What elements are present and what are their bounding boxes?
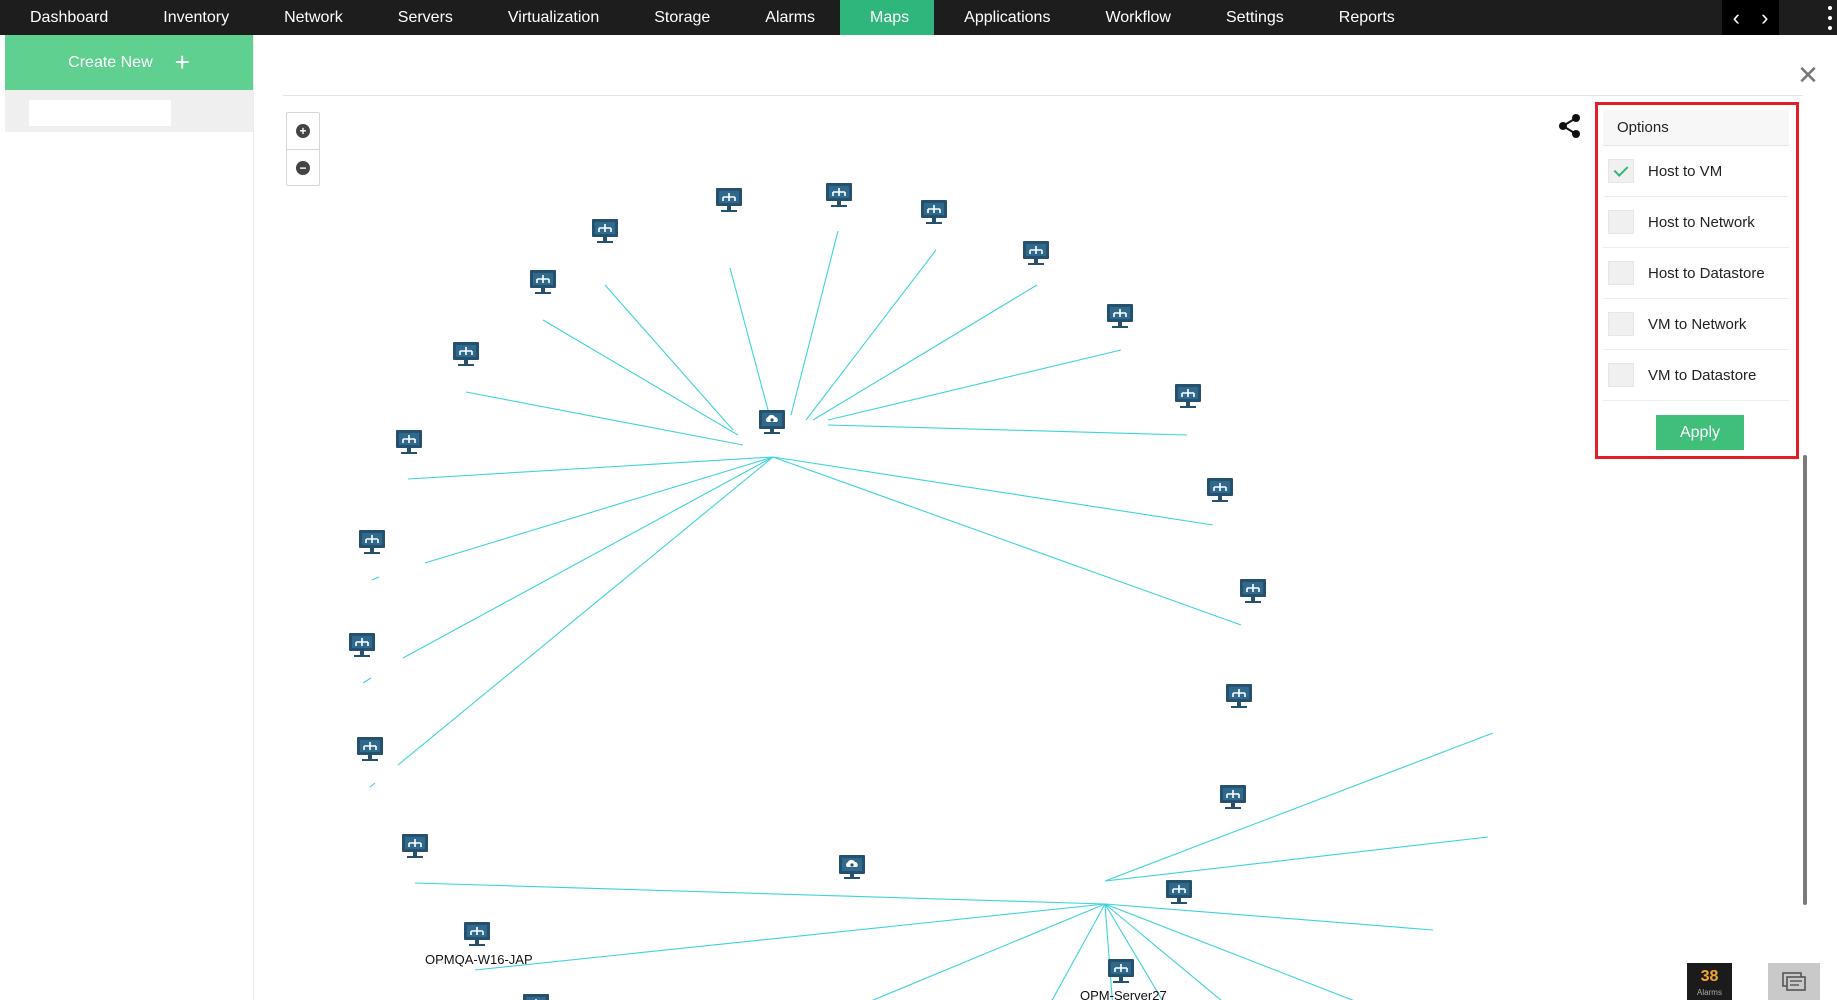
zoom-in-button[interactable]: + xyxy=(287,113,319,149)
option-host-to-network[interactable]: Host to Network xyxy=(1603,197,1789,248)
vm-monitor-icon[interactable] xyxy=(1022,240,1050,266)
cloud-host-icon[interactable] xyxy=(759,410,785,434)
vm-monitor-icon[interactable] xyxy=(1219,784,1247,810)
vm-monitor-icon[interactable] xyxy=(348,632,376,658)
nav-servers[interactable]: Servers xyxy=(368,0,478,35)
create-new-label: Create New xyxy=(68,53,153,71)
sidebar-search-band xyxy=(5,90,253,132)
nav-settings[interactable]: Settings xyxy=(1196,0,1309,35)
link-layer xyxy=(362,230,1494,1000)
scrollbar[interactable] xyxy=(1803,455,1807,905)
chat-button[interactable] xyxy=(1768,963,1820,1000)
vm-monitor-icon[interactable] xyxy=(825,182,853,208)
chevron-right-icon[interactable]: › xyxy=(1761,0,1768,35)
nav-dashboard[interactable]: Dashboard xyxy=(0,0,133,35)
option-host-to-vm[interactable]: Host to VM xyxy=(1603,146,1789,197)
checkbox-checked[interactable] xyxy=(1608,159,1634,183)
vm-monitor-icon[interactable] xyxy=(529,269,557,295)
nav-scroll-arrows: ‹ › xyxy=(1722,0,1779,35)
vm-monitor-icon[interactable] xyxy=(591,218,619,244)
sidebar-search-input[interactable] xyxy=(29,100,171,126)
checkbox[interactable] xyxy=(1608,210,1634,234)
checkbox[interactable] xyxy=(1608,363,1634,387)
alarm-badge[interactable]: 38 Alarms xyxy=(1687,963,1732,1000)
vm-monitor-icon[interactable] xyxy=(1225,683,1253,709)
option-vm-to-network[interactable]: VM to Network xyxy=(1603,299,1789,350)
nav-storage[interactable]: Storage xyxy=(624,0,735,35)
nav-applications[interactable]: Applications xyxy=(934,0,1075,35)
vm-monitor-icon[interactable] xyxy=(1106,303,1134,329)
map-canvas[interactable]: OPMQA-W16-JAP OPM-Server27 opm-ws16-1 ✕ … xyxy=(253,35,1837,1000)
alarm-label: Alarms xyxy=(1697,988,1722,997)
vm-monitor-icon[interactable] xyxy=(1206,477,1234,503)
plus-icon: + xyxy=(174,47,190,77)
vm-monitor-icon[interactable] xyxy=(1165,879,1193,905)
zoom-out-button[interactable]: − xyxy=(287,149,319,186)
checkbox[interactable] xyxy=(1608,261,1634,285)
vm-monitor-icon[interactable] xyxy=(452,341,480,367)
options-panel: Options Host to VM Host to Network Host … xyxy=(1595,102,1799,459)
nav-virtualization[interactable]: Virtualization xyxy=(478,0,624,35)
create-new-button[interactable]: Create New + xyxy=(5,35,253,90)
top-navigation: Dashboard Inventory Network Servers Virt… xyxy=(0,0,1837,35)
zoom-in-icon: + xyxy=(296,124,310,138)
chevron-left-icon[interactable]: ‹ xyxy=(1733,0,1740,35)
option-label: Host to Network xyxy=(1648,213,1755,231)
vm-monitor-icon[interactable] xyxy=(401,833,429,859)
zoom-out-icon: − xyxy=(296,161,310,175)
vm-monitor-icon[interactable] xyxy=(356,736,384,762)
vm-monitor-icon[interactable] xyxy=(1107,958,1135,984)
nav-network[interactable]: Network xyxy=(254,0,368,35)
option-label: Host to Datastore xyxy=(1648,264,1765,282)
vm-monitor-icon[interactable] xyxy=(358,529,386,555)
vm-monitor-icon[interactable] xyxy=(715,187,743,213)
alarm-count: 38 xyxy=(1700,968,1719,985)
nav-workflow[interactable]: Workflow xyxy=(1075,0,1196,35)
apply-button[interactable]: Apply xyxy=(1656,415,1744,450)
nav-inventory[interactable]: Inventory xyxy=(133,0,254,35)
vm-monitor-icon[interactable] xyxy=(1239,578,1267,604)
options-title: Options xyxy=(1603,110,1789,146)
vm-monitor-icon[interactable] xyxy=(463,921,491,947)
node-label: OPM-Server27 xyxy=(1080,988,1167,1000)
cloud-host-icon[interactable] xyxy=(839,855,865,879)
close-icon[interactable]: ✕ xyxy=(1793,60,1823,90)
vm-monitor-icon[interactable] xyxy=(395,429,423,455)
vm-monitor-icon[interactable] xyxy=(522,993,550,1000)
nav-reports[interactable]: Reports xyxy=(1309,0,1420,35)
option-label: VM to Network xyxy=(1648,315,1747,333)
more-vertical-icon[interactable] xyxy=(1826,3,1834,33)
option-label: Host to VM xyxy=(1648,162,1723,180)
vm-monitor-icon[interactable] xyxy=(1174,383,1202,409)
vm-monitor-icon[interactable] xyxy=(920,199,948,225)
sidebar: Create New + xyxy=(5,35,254,1000)
option-vm-to-datastore[interactable]: VM to Datastore xyxy=(1603,350,1789,401)
share-icon[interactable] xyxy=(1557,113,1583,139)
zoom-control: + − xyxy=(286,112,320,186)
checkbox[interactable] xyxy=(1608,312,1634,336)
chat-icon xyxy=(1782,971,1806,991)
option-host-to-datastore[interactable]: Host to Datastore xyxy=(1603,248,1789,299)
node-label: OPMQA-W16-JAP xyxy=(425,952,533,967)
option-label: VM to Datastore xyxy=(1648,366,1757,384)
nav-maps[interactable]: Maps xyxy=(840,0,935,35)
nav-alarms[interactable]: Alarms xyxy=(735,0,840,35)
